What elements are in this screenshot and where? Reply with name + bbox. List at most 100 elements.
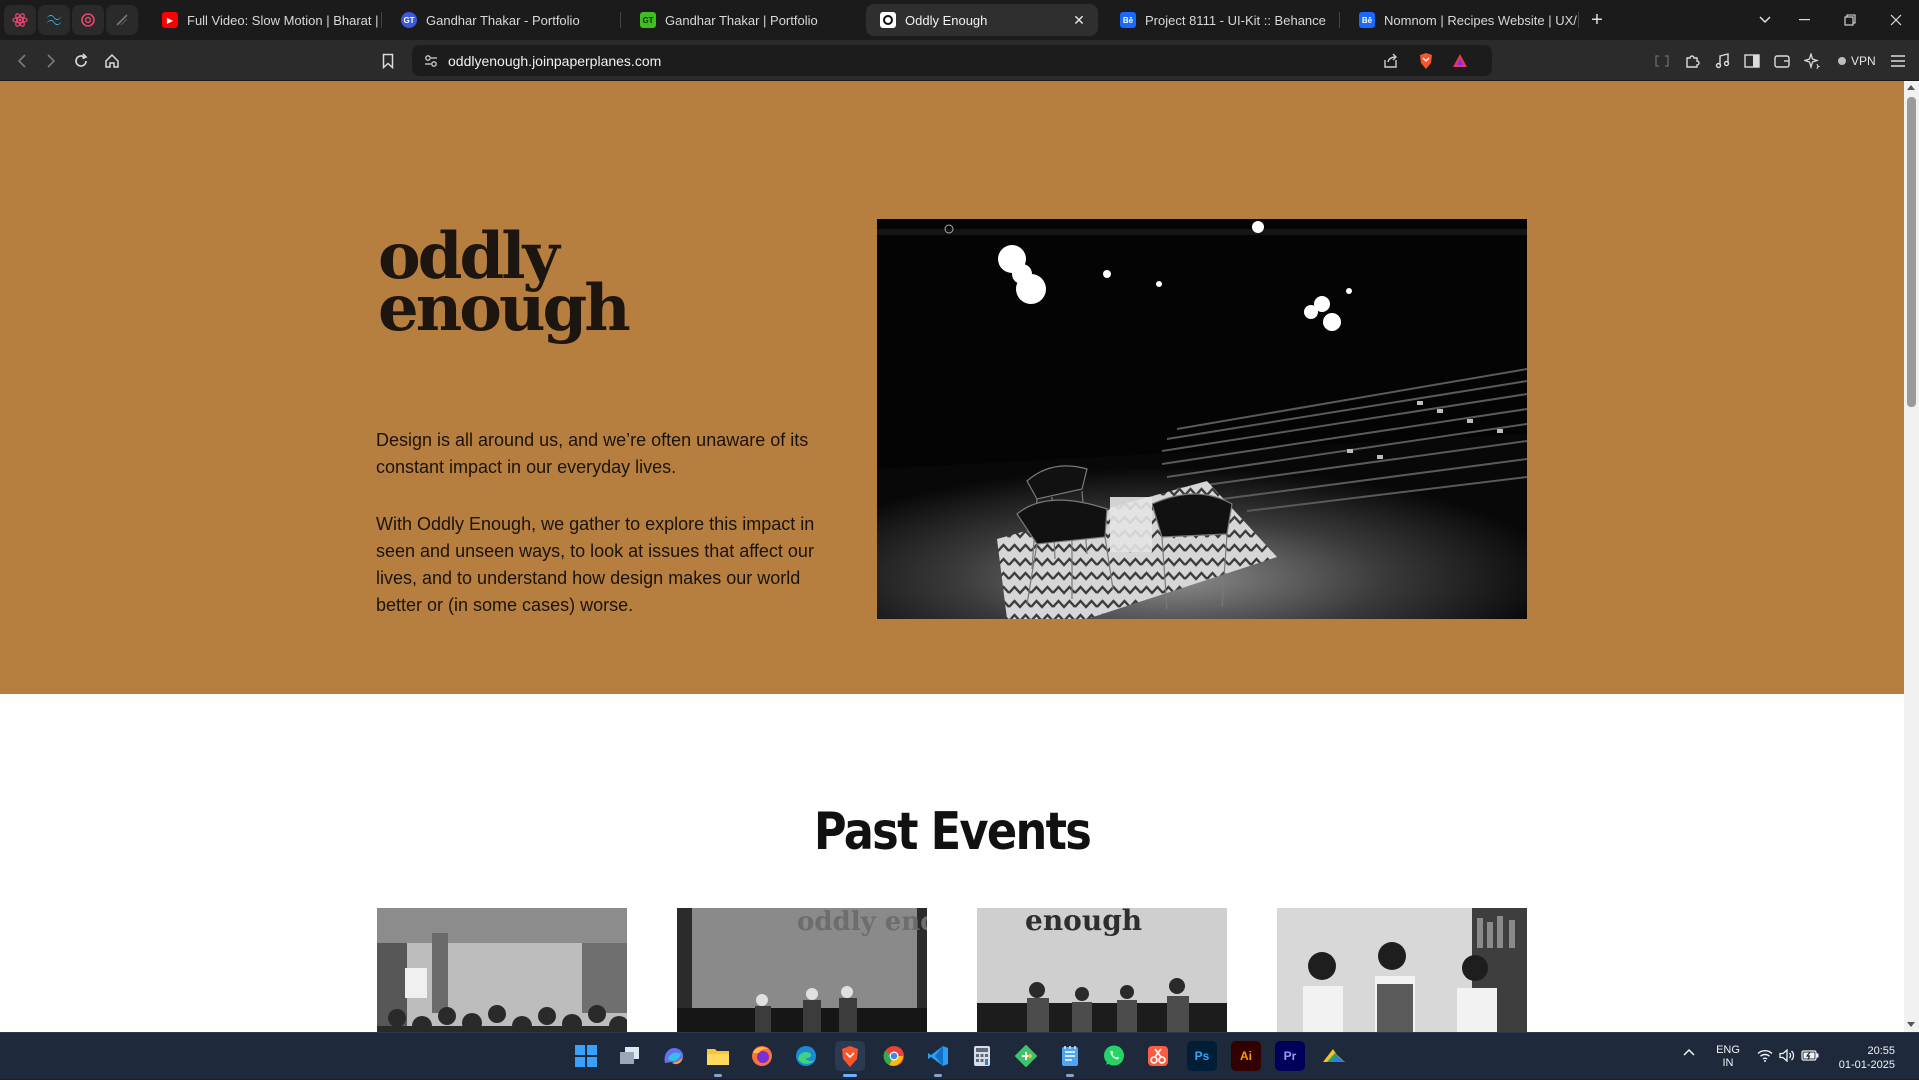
illustrator-icon[interactable]: Ai — [1231, 1041, 1261, 1071]
firefox-icon[interactable] — [747, 1041, 777, 1071]
back-button[interactable] — [9, 48, 35, 74]
tab-oddly-enough[interactable]: Oddly Enough ✕ — [866, 4, 1098, 36]
vpn-label: VPN — [1851, 54, 1876, 68]
brackets-icon — [1655, 55, 1669, 67]
puzzle-icon — [1686, 55, 1700, 68]
sparkle-icon — [1804, 53, 1820, 69]
behance-icon: Bē — [1120, 12, 1136, 28]
clock[interactable]: 20:55 01-01-2025 — [1829, 1044, 1895, 1072]
edge-icon[interactable] — [791, 1041, 821, 1071]
leo-ai-button[interactable] — [1649, 48, 1675, 74]
scrollbar-thumb[interactable] — [1907, 97, 1916, 407]
restore-button[interactable] — [1827, 0, 1873, 40]
notepad-icon[interactable] — [1055, 1041, 1085, 1077]
tab-behance-project[interactable]: Bē Project 8111 - UI-Kit :: Behance — [1106, 4, 1338, 36]
site-gt-icon: GT — [401, 12, 417, 28]
brave-shields-icon[interactable] — [1418, 52, 1434, 70]
reload-button[interactable] — [68, 48, 94, 74]
tab-title: Full Video: Slow Motion | Bharat | Sa — [187, 12, 380, 28]
leo-assistant-button[interactable] — [1799, 48, 1825, 74]
pinned-tab-tailwind[interactable] — [38, 5, 70, 35]
extensions-button[interactable] — [1679, 48, 1705, 74]
new-tab-button[interactable]: + — [1575, 0, 1619, 40]
minimize-button[interactable] — [1781, 0, 1827, 40]
tab-strip: ▶ Full Video: Slow Motion | Bharat | Sa … — [0, 0, 1919, 40]
scroll-up-arrow-icon[interactable] — [1907, 85, 1915, 90]
volume-icon[interactable] — [1779, 1048, 1795, 1065]
close-window-button[interactable] — [1873, 0, 1919, 40]
event-photo-4 — [1277, 908, 1527, 1032]
wifi-icon[interactable] — [1757, 1049, 1773, 1065]
photoshop-icon[interactable]: Ps — [1187, 1041, 1217, 1071]
tab-gandhar-portfolio[interactable]: GT Gandhar Thakar - Portfolio — [387, 4, 619, 36]
home-button[interactable] — [99, 48, 125, 74]
tab-gandhar-portfolio-2[interactable]: GT Gandhar Thakar | Portfolio — [626, 4, 858, 36]
onedrive-icon[interactable] — [1319, 1041, 1349, 1071]
page-scrollbar[interactable] — [1904, 81, 1919, 1032]
windows-start-icon[interactable] — [571, 1041, 601, 1071]
bookmark-button[interactable] — [375, 48, 401, 74]
copilot-icon[interactable] — [659, 1041, 689, 1071]
event-card-1[interactable] — [377, 908, 627, 1032]
tab-title: Oddly Enough — [905, 12, 988, 28]
menu-button[interactable] — [1885, 48, 1911, 74]
premiere-pro-icon[interactable]: Pr — [1275, 1041, 1305, 1071]
tab-youtube[interactable]: ▶ Full Video: Slow Motion | Bharat | Sa — [148, 4, 380, 36]
brave-rewards-icon[interactable] — [1452, 53, 1468, 68]
reload-icon — [75, 53, 88, 67]
bookmark-icon — [382, 53, 394, 69]
url-text[interactable]: oddlyenough.joinpaperplanes.com — [448, 53, 661, 69]
task-view-icon[interactable] — [615, 1041, 645, 1071]
wallet-icon — [1774, 55, 1790, 68]
language-code: ENG — [1716, 1044, 1740, 1056]
chrome-icon[interactable] — [879, 1041, 909, 1071]
brave-icon[interactable] — [835, 1041, 865, 1077]
language-indicator[interactable]: ENG IN — [1713, 1044, 1743, 1070]
event-card-3[interactable]: enough — [977, 908, 1227, 1032]
hero-stage-photo — [877, 219, 1527, 619]
vpn-button[interactable]: VPN — [1832, 50, 1882, 72]
logo-line-2: enough — [378, 271, 631, 346]
youtube-icon: ▶ — [162, 12, 178, 28]
media-button[interactable] — [1709, 48, 1735, 74]
close-tab-icon[interactable]: ✕ — [1068, 12, 1090, 29]
pinned-tab-react[interactable] — [4, 5, 36, 35]
behance-icon: Bē — [1359, 12, 1375, 28]
pinned-tab-pen[interactable] — [106, 5, 138, 35]
tab-title: Gandhar Thakar | Portfolio — [665, 12, 818, 28]
git-icon[interactable] — [1011, 1041, 1041, 1071]
sidebar-button[interactable] — [1739, 48, 1765, 74]
file-explorer-icon[interactable] — [703, 1041, 733, 1077]
share-icon[interactable] — [1383, 53, 1399, 69]
event-card-4[interactable] — [1277, 908, 1527, 1032]
vscode-icon[interactable] — [923, 1041, 953, 1077]
address-bar[interactable]: oddlyenough.joinpaperplanes.com — [412, 45, 1492, 76]
tab-title: Gandhar Thakar - Portfolio — [426, 12, 580, 28]
windows-taskbar: Ps Ai Pr ENG IN 20:55 01-01-2025 — [0, 1032, 1919, 1079]
scroll-down-arrow-icon[interactable] — [1907, 1022, 1915, 1027]
oddly-enough-icon — [880, 12, 896, 28]
framer-motion-icon — [81, 13, 95, 27]
hero-section: oddly enough Design is all around us, an… — [0, 81, 1904, 694]
arrow-left-icon — [17, 54, 26, 68]
oddly-enough-logo[interactable]: oddly enough — [378, 225, 631, 346]
event-screen-text: enough — [1025, 908, 1142, 937]
whatsapp-icon[interactable] — [1099, 1041, 1129, 1071]
region-code: IN — [1722, 1057, 1734, 1069]
battery-charging-icon[interactable] — [1801, 1050, 1819, 1064]
calculator-icon[interactable] — [967, 1041, 997, 1071]
forward-button[interactable] — [38, 48, 64, 74]
snipping-tool-icon[interactable] — [1143, 1041, 1173, 1071]
browser-toolbar: oddlyenough.joinpaperplanes.com VPN — [0, 40, 1919, 81]
show-desktop-button[interactable] — [1903, 1033, 1919, 1080]
show-hidden-icons-chevron-icon[interactable] — [1683, 1047, 1695, 1059]
pinned-tab-framer[interactable] — [72, 5, 104, 35]
page-viewport: oddly enough Design is all around us, an… — [0, 81, 1904, 1032]
site-settings-icon[interactable] — [424, 54, 438, 68]
event-photo-3: enough — [977, 908, 1227, 1032]
tab-behance-nomnom[interactable]: Bē Nomnom | Recipes Website | UX/UI — [1345, 4, 1577, 36]
tab-title: Nomnom | Recipes Website | UX/UI — [1384, 12, 1577, 28]
event-card-2[interactable]: oddly enough — [677, 908, 927, 1032]
tailwind-icon — [46, 14, 62, 26]
wallet-button[interactable] — [1769, 48, 1795, 74]
